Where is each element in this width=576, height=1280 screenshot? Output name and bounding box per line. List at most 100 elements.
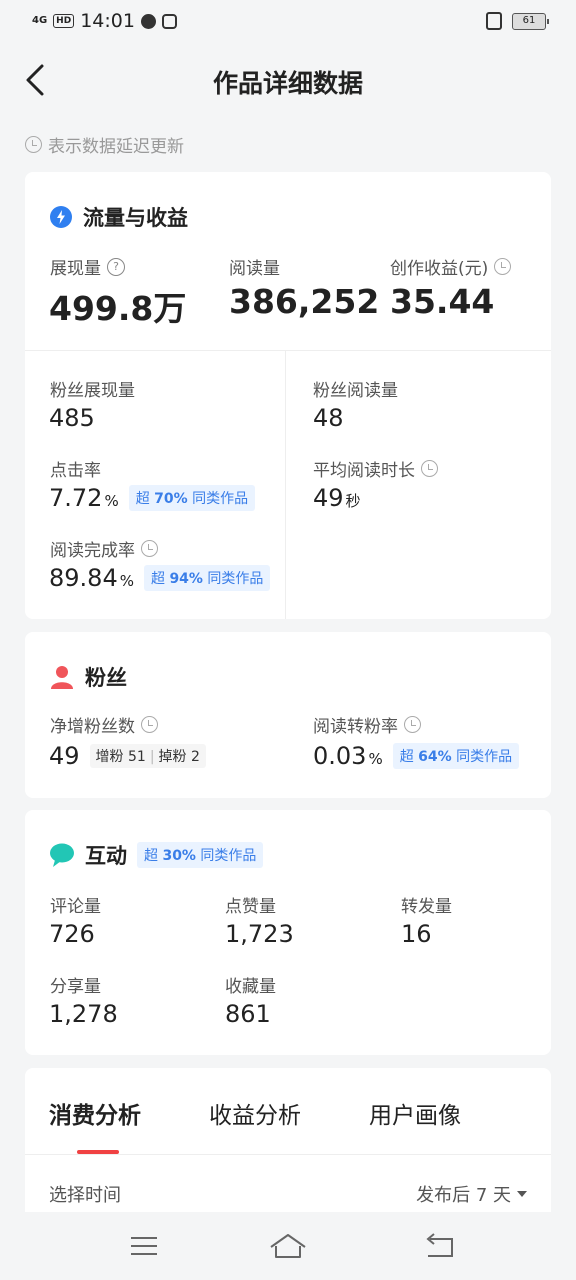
hd-icon: HD xyxy=(53,14,75,28)
fan-reads-number: 48 xyxy=(313,404,344,432)
shares-label: 分享量 xyxy=(50,977,101,997)
likes-label: 点赞量 xyxy=(225,897,276,917)
net-fans-label: 净增粉丝数 xyxy=(50,712,158,737)
tab-consumption-analysis[interactable]: 消费分析 xyxy=(49,1096,141,1130)
battery-icon: 61 xyxy=(512,12,549,30)
net-fans-label-text: 净增粉丝数 xyxy=(50,717,135,737)
completion-badge-pct: 94% xyxy=(169,571,203,587)
app-notification-icon xyxy=(161,13,177,29)
comments-number: 726 xyxy=(49,920,95,948)
ctr-badge-pct: 70% xyxy=(154,491,188,507)
status-bar: 4G HD 14:01 61 xyxy=(0,0,576,44)
menu-icon[interactable] xyxy=(124,1230,164,1262)
fan-impressions-value: 485 xyxy=(49,404,95,432)
gain-fans-value: 51 xyxy=(128,749,146,765)
reposts-value: 16 xyxy=(401,920,432,948)
completion-badge-pre: 超 xyxy=(150,571,165,587)
favorites-value: 861 xyxy=(225,1000,271,1028)
time-filter-value: 发布后 7 天 xyxy=(416,1185,511,1206)
chat-bubble-icon xyxy=(50,843,74,867)
read-to-fan-value: 0.03 % 超 64% 同类作品 xyxy=(313,742,520,772)
completion-badge-post: 同类作品 xyxy=(207,571,264,587)
shares-value: 1,278 xyxy=(49,1000,118,1028)
completion-value: 89.84 % 超 94% 同类作品 xyxy=(49,564,271,594)
shares-number: 1,278 xyxy=(49,1000,118,1028)
home-icon[interactable] xyxy=(268,1230,308,1262)
read-to-fan-label-text: 阅读转粉率 xyxy=(313,717,398,737)
divider-vertical xyxy=(285,350,286,619)
vibrate-icon xyxy=(486,12,502,30)
avg-read-time-unit: 秒 xyxy=(345,492,361,510)
lose-fans-label: 掉粉 xyxy=(158,749,187,765)
read-to-fan-badge-pre: 超 xyxy=(399,749,414,765)
reads-label: 阅读量 xyxy=(229,259,280,279)
fan-impressions-label: 粉丝展现量 xyxy=(50,381,135,401)
read-to-fan-number: 0.03 xyxy=(313,742,367,770)
fans-title: 粉丝 xyxy=(49,662,127,692)
back-nav-icon[interactable] xyxy=(420,1230,460,1262)
tab-earnings-analysis[interactable]: 收益分析 xyxy=(209,1096,301,1130)
reads-value: 386,252 xyxy=(229,282,380,321)
ctr-badge: 超 70% 同类作品 xyxy=(128,485,256,511)
earnings-label: 创作收益(元) xyxy=(390,254,512,279)
traffic-title: 流量与收益 xyxy=(49,202,188,232)
message-icon xyxy=(140,13,156,29)
system-nav-bar xyxy=(0,1212,576,1280)
clock-icon xyxy=(25,136,42,153)
lightning-icon xyxy=(50,206,72,228)
fans-title-text: 粉丝 xyxy=(85,666,127,690)
question-icon[interactable]: ? xyxy=(107,257,125,276)
time-filter-label: 选择时间 xyxy=(49,1185,121,1206)
time-filter-select[interactable]: 发布后 7 天 xyxy=(416,1181,527,1207)
read-to-fan-badge-post: 同类作品 xyxy=(456,749,513,765)
comments-value: 726 xyxy=(49,920,95,948)
interaction-badge: 超 30% 同类作品 xyxy=(137,842,264,868)
gain-fans-label: 增粉 xyxy=(95,749,124,765)
avg-read-time-number: 49 xyxy=(313,484,344,512)
clock-icon xyxy=(141,716,158,733)
completion-label: 阅读完成率 xyxy=(50,536,158,561)
status-time: 14:01 xyxy=(80,10,135,32)
clock-icon xyxy=(404,716,421,733)
read-to-fan-label: 阅读转粉率 xyxy=(313,712,421,737)
fan-impressions-number: 485 xyxy=(49,404,95,432)
avg-read-time-label: 平均阅读时长 xyxy=(313,456,438,481)
time-filter-row: 选择时间 发布后 7 天 xyxy=(25,1155,551,1213)
lose-fans-value: 2 xyxy=(191,749,200,765)
interaction-card: 互动 超 30% 同类作品 评论量 726 点赞量 1,723 转发量 16 分… xyxy=(25,810,551,1055)
fans-breakdown: 增粉 51 | 掉粉 2 xyxy=(89,744,206,768)
interaction-badge-pre: 超 xyxy=(144,848,158,864)
signal-icon: 4G xyxy=(32,15,48,26)
interaction-badge-post: 同类作品 xyxy=(200,848,257,864)
user-icon xyxy=(51,666,73,689)
clock-icon xyxy=(141,540,158,557)
ctr-number: 7.72 xyxy=(49,484,103,512)
tab-user-portrait[interactable]: 用户画像 xyxy=(369,1096,461,1130)
reposts-label: 转发量 xyxy=(401,897,452,917)
ctr-label: 点击率 xyxy=(50,461,101,481)
completion-badge: 超 94% 同类作品 xyxy=(143,565,271,591)
clock-icon xyxy=(494,258,512,275)
page-title: 作品详细数据 xyxy=(212,69,363,98)
impressions-label: 展现量 ? xyxy=(50,254,125,279)
interaction-title-text: 互动 xyxy=(85,844,127,868)
caret-down-icon xyxy=(517,1191,527,1197)
fan-reads-label: 粉丝阅读量 xyxy=(313,381,398,401)
fans-card: 粉丝 净增粉丝数 49 增粉 51 | 掉粉 2 阅读转粉率 0.03 % 超 64… xyxy=(25,632,551,798)
read-to-fan-badge: 超 64% 同类作品 xyxy=(392,743,520,769)
favorites-label: 收藏量 xyxy=(225,977,276,997)
impressions-value: 499.8万 xyxy=(49,289,187,328)
avg-read-time-label-text: 平均阅读时长 xyxy=(313,461,415,481)
comments-label: 评论量 xyxy=(50,897,101,917)
divider xyxy=(25,350,551,351)
delay-notice: 表示数据延迟更新 xyxy=(25,132,184,157)
traffic-title-text: 流量与收益 xyxy=(83,206,188,230)
fan-reads-value: 48 xyxy=(313,404,344,432)
impressions-label-text: 展现量 xyxy=(50,259,101,279)
top-bar: 作品详细数据 xyxy=(0,44,576,116)
clock-icon xyxy=(421,460,438,477)
net-fans-number: 49 xyxy=(49,742,80,770)
net-fans-value: 49 增粉 51 | 掉粉 2 xyxy=(49,742,206,771)
interaction-badge-pct: 30% xyxy=(162,848,196,864)
ctr-badge-post: 同类作品 xyxy=(192,491,249,507)
